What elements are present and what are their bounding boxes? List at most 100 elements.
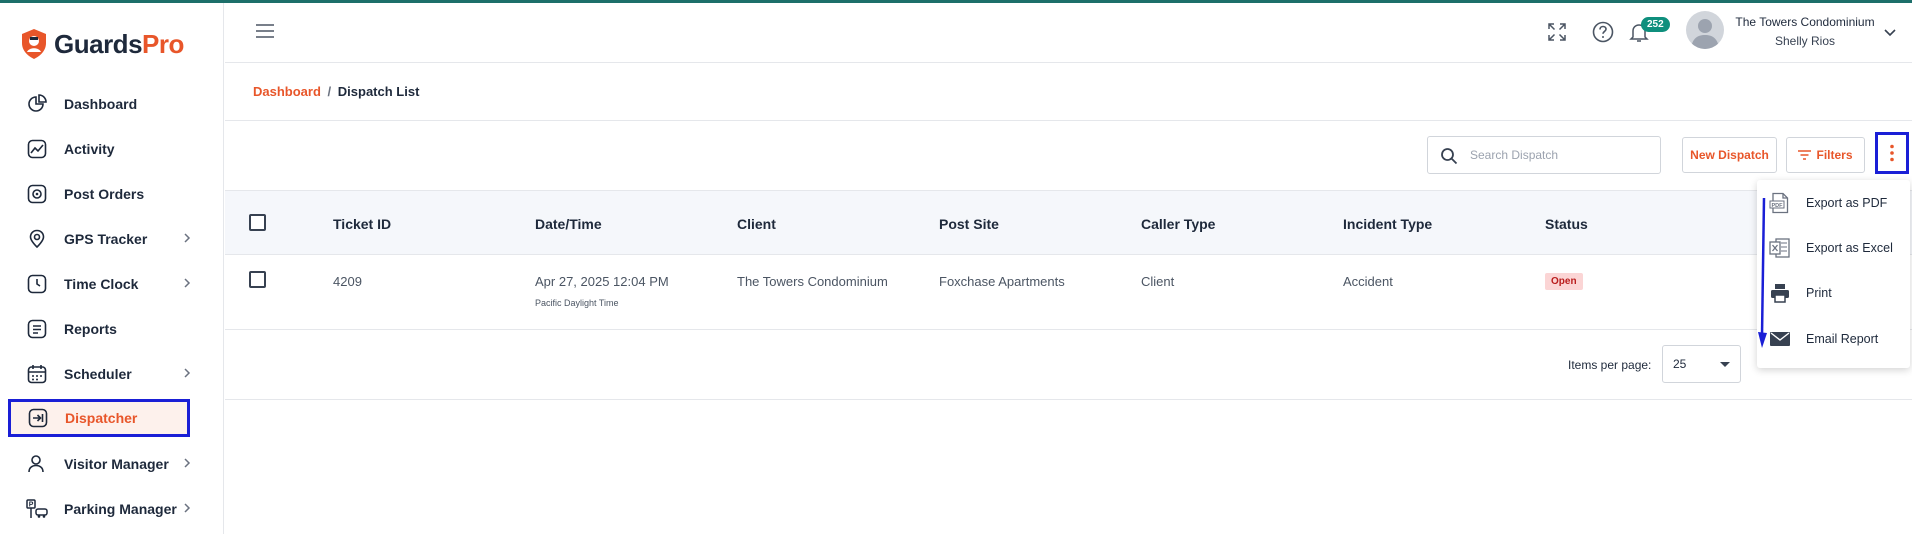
- sidebar-item-label: Activity: [64, 140, 115, 157]
- menu-item-email-report[interactable]: Email Report: [1757, 316, 1910, 361]
- menu-item-label: Print: [1806, 285, 1832, 300]
- select-all-checkbox[interactable]: [249, 214, 266, 231]
- table-row[interactable]: 4209 Apr 27, 2025 12:04 PM Pacific Dayli…: [225, 256, 1912, 330]
- sidebar-item-dashboard[interactable]: Dashboard: [0, 81, 224, 126]
- breadcrumb: Dashboard / Dispatch List: [253, 84, 419, 99]
- printer-icon: [1771, 283, 1789, 303]
- pagination-bar: Items per page: 25: [225, 331, 1912, 400]
- items-per-page-select[interactable]: 25: [1662, 345, 1741, 383]
- client-cell: The Towers Condominium: [737, 274, 888, 289]
- menu-item-label: Export as PDF: [1806, 195, 1888, 210]
- hamburger-menu-icon[interactable]: [255, 23, 275, 39]
- shield-logo-icon: [22, 29, 46, 59]
- activity-chart-icon: [26, 138, 48, 160]
- sidebar-item-label: Scheduler: [64, 365, 132, 382]
- filters-button-label: Filters: [1816, 148, 1853, 162]
- svg-text:PDF: PDF: [1772, 203, 1784, 209]
- date-time-cell: Apr 27, 2025 12:04 PM: [535, 274, 669, 289]
- sidebar-item-reports[interactable]: Reports: [0, 306, 224, 351]
- export-menu: PDF Export as PDF Export as Excel Print …: [1757, 180, 1910, 368]
- more-options-button[interactable]: [1875, 132, 1909, 174]
- sidebar-item-label: Dispatcher: [65, 410, 138, 426]
- column-header-status[interactable]: Status: [1545, 216, 1588, 232]
- filter-lines-icon: [1798, 150, 1812, 160]
- column-header-date-time[interactable]: Date/Time: [535, 216, 602, 232]
- column-header-client[interactable]: Client: [737, 216, 776, 232]
- brand-name-part1: Guards: [54, 28, 143, 59]
- menu-item-print[interactable]: Print: [1757, 270, 1910, 315]
- guardspro-logo[interactable]: GuardsPro: [20, 27, 184, 61]
- user-icon: [26, 453, 48, 475]
- top-header: 252 The Towers Condominium Shelly Rios: [225, 3, 1912, 63]
- status-badge: Open: [1545, 273, 1583, 290]
- svg-text:P: P: [29, 501, 34, 508]
- sidebar-item-time-clock[interactable]: Time Clock: [0, 261, 224, 306]
- pie-chart-icon: [26, 93, 48, 115]
- report-document-icon: [26, 318, 48, 340]
- help-icon[interactable]: [1591, 20, 1615, 44]
- sidebar-item-label: Dashboard: [64, 95, 138, 112]
- timezone-label: Pacific Daylight Time: [535, 298, 619, 308]
- new-dispatch-button[interactable]: New Dispatch: [1682, 137, 1777, 173]
- pdf-icon: PDF: [1769, 192, 1789, 213]
- column-header-post-site[interactable]: Post Site: [939, 216, 999, 232]
- calendar-icon: [26, 363, 48, 385]
- chevron-right-icon: [184, 233, 191, 243]
- dispatch-login-icon: [27, 407, 49, 429]
- menu-item-export-pdf[interactable]: PDF Export as PDF: [1757, 180, 1910, 225]
- menu-item-label: Email Report: [1806, 331, 1879, 346]
- avatar[interactable]: [1686, 11, 1724, 49]
- sidebar-item-parking-manager[interactable]: P Parking Manager: [0, 486, 224, 531]
- breadcrumb-separator: /: [327, 84, 332, 99]
- ticket-id-cell: 4209: [333, 274, 362, 289]
- post-site-cell: Foxchase Apartments: [939, 274, 1065, 289]
- annotation-down-arrow: [1758, 197, 1767, 348]
- map-pin-icon: [26, 228, 48, 250]
- search-input[interactable]: [1470, 145, 1650, 165]
- sidebar-item-gps-tracker[interactable]: GPS Tracker: [0, 216, 224, 261]
- excel-icon: [1769, 237, 1790, 258]
- clock-icon: [26, 273, 48, 295]
- chevron-right-icon: [184, 278, 191, 288]
- sidebar-item-label: Time Clock: [64, 275, 139, 292]
- row-checkbox[interactable]: [249, 271, 266, 288]
- user-name: Shelly Rios: [1774, 34, 1836, 48]
- sidebar: GuardsPro Dashboard Activity Post Orders…: [0, 3, 224, 534]
- sidebar-item-label: Post Orders: [64, 185, 145, 202]
- chevron-down-icon[interactable]: [1883, 25, 1897, 39]
- sidebar-item-activity[interactable]: Activity: [0, 126, 224, 171]
- sidebar-item-label: GPS Tracker: [64, 230, 148, 247]
- divider: [225, 120, 1912, 121]
- items-per-page-value: 25: [1673, 357, 1687, 371]
- search-box[interactable]: [1427, 136, 1661, 174]
- incident-type-cell: Accident: [1343, 274, 1393, 289]
- chevron-right-icon: [184, 368, 191, 378]
- fullscreen-icon[interactable]: [1545, 20, 1569, 44]
- dropdown-arrow-icon: [1720, 362, 1730, 367]
- sidebar-item-dispatcher[interactable]: Dispatcher: [8, 399, 190, 437]
- items-per-page-label: Items per page:: [1568, 358, 1652, 372]
- menu-item-export-excel[interactable]: Export as Excel: [1757, 225, 1910, 270]
- sidebar-item-post-orders[interactable]: Post Orders: [0, 171, 224, 216]
- target-document-icon: [26, 183, 48, 205]
- caller-type-cell: Client: [1141, 274, 1175, 289]
- sidebar-item-label: Reports: [64, 320, 117, 337]
- search-icon: [1441, 148, 1458, 165]
- sidebar-item-scheduler[interactable]: Scheduler: [0, 351, 224, 396]
- sidebar-item-visitor-manager[interactable]: Visitor Manager: [0, 441, 224, 486]
- menu-item-label: Export as Excel: [1806, 240, 1893, 255]
- filters-button[interactable]: Filters: [1786, 137, 1865, 173]
- chevron-right-icon: [184, 458, 191, 468]
- brand-name-part2: Pro: [142, 28, 184, 59]
- column-header-caller-type[interactable]: Caller Type: [1141, 216, 1215, 232]
- sidebar-item-label: Parking Manager: [64, 500, 177, 517]
- breadcrumb-dashboard-link[interactable]: Dashboard: [253, 84, 321, 99]
- table-header: Ticket ID Date/Time Client Post Site Cal…: [225, 190, 1912, 255]
- chevron-right-icon: [184, 503, 191, 513]
- parking-sign-icon: P: [26, 498, 48, 520]
- column-header-ticket-id[interactable]: Ticket ID: [333, 216, 391, 232]
- notification-count-badge: 252: [1641, 17, 1670, 32]
- vertical-dots-icon: [1890, 144, 1894, 162]
- column-header-incident-type[interactable]: Incident Type: [1343, 216, 1432, 232]
- mail-icon: [1770, 331, 1790, 346]
